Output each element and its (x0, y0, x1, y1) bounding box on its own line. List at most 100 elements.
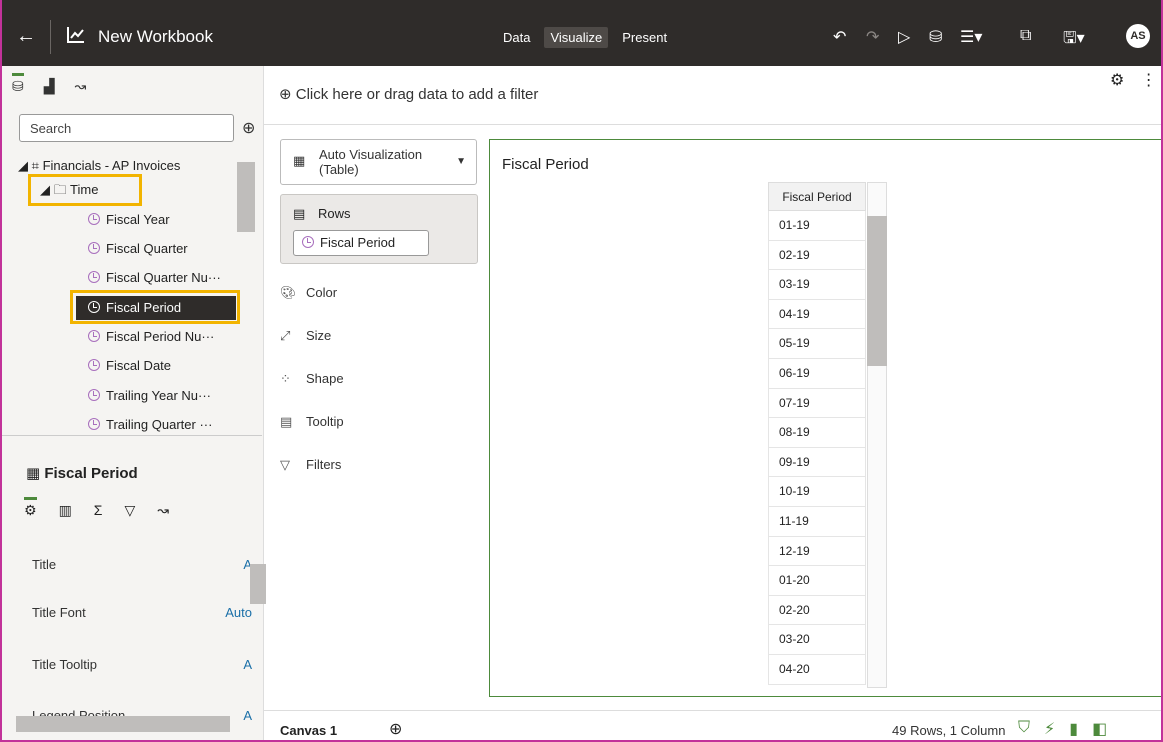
auto-apply-icon[interactable]: ⚡︎ (1044, 719, 1055, 739)
mode-tabs: Data Visualize Present (497, 27, 673, 48)
property-value[interactable]: A (243, 657, 252, 672)
size-icon: ⤢ (280, 328, 291, 343)
avatar[interactable]: AS (1126, 24, 1150, 48)
export-icon[interactable]: ⧉ (1020, 27, 1031, 45)
filter-icon: ▽ (280, 457, 290, 472)
property-row-title-tooltip[interactable]: Title Tooltip A (32, 657, 252, 672)
canvas-tab[interactable]: Canvas 1 (280, 723, 337, 738)
filter-icon[interactable]: ▽ (124, 502, 135, 519)
property-label: Title Font (32, 605, 86, 620)
property-value[interactable]: Auto (225, 605, 252, 620)
tooltip-label: Tooltip (306, 414, 344, 429)
tree-item[interactable]: Trailing Year Nu··· (88, 384, 211, 408)
time-column-icon (88, 242, 100, 254)
toggle-properties-icon[interactable]: ◧ (1092, 719, 1107, 739)
save-menu-icon[interactable]: 🖫▾ (1063, 27, 1085, 54)
table-row[interactable]: 01-19 (768, 211, 866, 241)
table-row[interactable]: 12-19 (768, 536, 866, 567)
analytics-tab-icon[interactable]: ↝ (75, 78, 87, 95)
table-icon: ▦ (26, 465, 45, 482)
narrate-menu-icon[interactable]: ☰▾ (960, 27, 982, 47)
add-canvas-icon[interactable]: ⊕ (389, 719, 402, 739)
bottom-bar: Canvas 1 ⊕ 49 Rows, 1 Column ⛉ ⚡︎ ▮ ◧ (264, 710, 1163, 742)
search-input[interactable]: Search (19, 114, 234, 142)
redo-icon[interactable]: ↷ (866, 27, 879, 47)
filter-bar[interactable]: ⊕ Click here or drag data to add a filte… (279, 85, 538, 103)
property-row-title[interactable]: Title A (32, 557, 252, 572)
size-label: Size (306, 328, 332, 343)
table-row[interactable]: 04-19 (768, 299, 866, 330)
tab-present[interactable]: Present (616, 27, 673, 48)
analytics-icon[interactable]: ↝ (157, 502, 169, 519)
filter-bar-text: Click here or drag data to add a filter (295, 86, 539, 103)
tree-item[interactable]: Fiscal Date (88, 354, 171, 378)
data-tab-icon[interactable]: ⛁ (12, 73, 24, 95)
table-row[interactable]: 08-19 (768, 418, 866, 448)
shape-drop-zone[interactable]: ⁘ Shape (280, 371, 477, 387)
table-row[interactable]: 02-20 (768, 595, 866, 626)
property-row-title-font[interactable]: Title Font Auto (32, 605, 252, 620)
visualization-canvas[interactable]: Fiscal Period Fiscal Period 01-19 02-19 03… (489, 139, 1163, 697)
properties-title-label: Fiscal Period (44, 465, 138, 482)
top-bar: ← New Workbook Data Visualize Present ↶ … (0, 0, 1163, 66)
settings-icon[interactable]: ⚙ (1110, 72, 1124, 89)
add-data-icon[interactable]: ⊕ (242, 118, 255, 138)
property-value[interactable]: A (243, 708, 252, 723)
sigma-icon[interactable]: Σ (94, 502, 103, 519)
refresh-data-icon[interactable]: ⛁ (929, 27, 942, 47)
table-row[interactable]: 10-19 (768, 477, 866, 507)
visualizations-tab-icon[interactable]: ▟ (44, 78, 55, 95)
tree-item[interactable]: Fiscal Quarter (88, 237, 188, 261)
toggle-left-panel-icon[interactable]: ▮ (1069, 719, 1078, 739)
rows-label: Rows (318, 206, 351, 221)
data-table: Fiscal Period 01-19 02-19 03-19 04-19 05-19 0… (768, 182, 886, 685)
row-count-status: 49 Rows, 1 Column (892, 723, 1006, 738)
panel-divider (2, 435, 262, 436)
tab-visualize[interactable]: Visualize (544, 27, 609, 48)
tree-scrollbar[interactable] (237, 162, 255, 232)
tooltip-drop-zone[interactable]: ▤ Tooltip (280, 414, 477, 430)
time-column-icon (302, 236, 314, 248)
table-row[interactable]: 04-20 (768, 654, 866, 685)
tree-item[interactable]: Fiscal Quarter Nu··· (88, 266, 221, 290)
table-row[interactable]: 03-20 (768, 625, 866, 655)
back-arrow-icon[interactable]: ← (16, 25, 36, 48)
color-drop-zone[interactable]: 🎨︎ Color (280, 285, 477, 301)
properties-scrollbar[interactable] (250, 564, 266, 604)
undo-icon[interactable]: ↶ (833, 27, 846, 47)
pill-label: Fiscal Period (320, 235, 396, 250)
table-row[interactable]: 01-20 (768, 566, 866, 596)
size-drop-zone[interactable]: ⤢ Size (280, 328, 477, 344)
data-quality-icon[interactable]: ⛉ (1018, 719, 1030, 739)
viz-type-selector[interactable]: ▦ Auto Visualization (Table) ▼ (280, 139, 477, 185)
table-row[interactable]: 02-19 (768, 240, 866, 271)
table-row[interactable]: 09-19 (768, 447, 866, 478)
table-header[interactable]: Fiscal Period (768, 182, 866, 211)
general-settings-icon[interactable]: ⚙ (24, 497, 37, 519)
more-options-icon[interactable]: ⋮ (1141, 72, 1157, 89)
table-row[interactable]: 06-19 (768, 358, 866, 389)
run-icon[interactable]: ▷ (898, 27, 910, 47)
tree-item[interactable]: Fiscal Year (88, 208, 170, 232)
tree-item[interactable]: Fiscal Period Nu··· (88, 325, 214, 349)
color-label: Color (306, 285, 338, 300)
table-row[interactable]: 07-19 (768, 388, 866, 419)
table-row[interactable]: 11-19 (768, 506, 866, 537)
table-row[interactable]: 05-19 (768, 329, 866, 359)
chevron-down-icon[interactable]: ▼ (456, 156, 466, 167)
rows-drop-zone[interactable]: ▤ Rows Fiscal Period (280, 194, 478, 264)
time-column-icon (88, 418, 100, 430)
tooltip-icon: ▤ (280, 414, 293, 429)
tree-item-label: Fiscal Quarter Nu··· (106, 270, 221, 285)
canvas-tools: ⚙ ⋮ (1110, 70, 1157, 90)
collapse-triangle-icon[interactable]: ◢ (18, 158, 28, 173)
tree-item[interactable]: Trailing Quarter ··· (88, 413, 212, 437)
horizontal-scrollbar[interactable] (16, 716, 230, 732)
axis-icon[interactable]: ▥ (59, 502, 72, 519)
filters-drop-zone[interactable]: ▽ Filters (280, 457, 477, 473)
tab-data[interactable]: Data (497, 27, 536, 48)
tree-item-label: Trailing Quarter ··· (106, 417, 213, 432)
fiscal-period-pill[interactable]: Fiscal Period (293, 230, 429, 256)
tree-item-label: Fiscal Year (106, 212, 170, 227)
table-row[interactable]: 03-19 (768, 270, 866, 300)
